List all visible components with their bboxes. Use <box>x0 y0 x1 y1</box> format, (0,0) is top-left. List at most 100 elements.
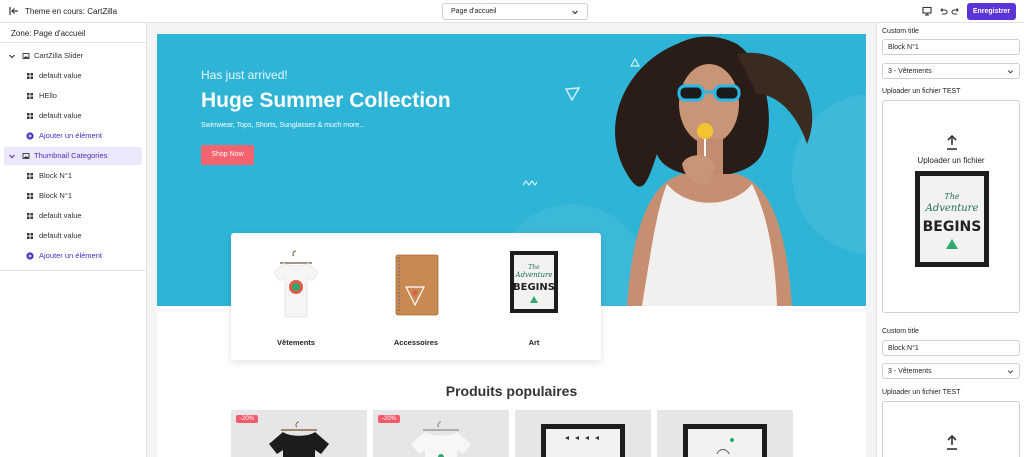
category-select-value: 3 - Vêtements <box>888 368 932 375</box>
category-card[interactable]: The Adventure BEGINS Art <box>479 233 589 360</box>
category-name: Vêtements <box>277 338 315 347</box>
hero-headline: Huge Summer Collection <box>201 89 451 112</box>
plus-circle-icon <box>26 252 34 260</box>
desktop-preview-icon[interactable] <box>922 6 932 16</box>
sidebar-block-item[interactable]: Block N°1 <box>4 187 142 205</box>
sidebar-block-item[interactable]: default value <box>4 207 142 225</box>
undo-icon[interactable] <box>938 6 948 16</box>
add-element-button[interactable]: Ajouter un élément <box>4 127 142 145</box>
hero-kicker: Has just arrived! <box>201 68 288 82</box>
category-name: Art <box>528 338 540 347</box>
sidebar-item-label: Thumbnail Categories <box>34 151 108 160</box>
image-icon <box>22 53 30 59</box>
category-select[interactable]: 3 - Vêtements <box>882 363 1020 379</box>
product-card[interactable]: -20% <box>231 410 367 457</box>
poster-text-line2: Adventure <box>925 203 979 214</box>
poster-text-line1: The <box>528 264 540 271</box>
sidebar-item-label: Block N°1 <box>39 171 73 180</box>
sidebar-item-label: default value <box>39 211 82 220</box>
upload-icon <box>947 434 957 450</box>
framed-poster-image <box>683 424 767 457</box>
sidebar-section-cartzilla-slider[interactable]: CartZilla Slider <box>4 47 142 65</box>
product-card[interactable]: -20% <box>373 410 509 457</box>
notebook-image <box>395 254 439 316</box>
theme-label: Theme en cours: CartZilla <box>25 7 118 16</box>
image-icon <box>22 153 30 159</box>
page-select[interactable]: Page d'accueil <box>442 3 588 20</box>
grid-icon <box>27 73 33 79</box>
shop-now-button[interactable]: Shop Now <box>201 145 254 165</box>
product-card[interactable] <box>515 410 651 457</box>
divider <box>0 42 146 43</box>
sidebar-block-item[interactable]: Block N°1 <box>4 167 142 185</box>
upload-text: Uploader un fichier <box>917 156 985 165</box>
chevron-down-icon <box>572 10 578 15</box>
exit-sidebar-icon[interactable] <box>9 6 19 16</box>
poster-preview-image: The Adventure BEGINS <box>915 171 989 267</box>
upload-label: Uploader un fichier TEST <box>882 88 961 95</box>
chevron-down-icon <box>1007 70 1014 74</box>
custom-title-label: Custom title <box>882 28 919 35</box>
custom-title-value: Block N°1 <box>888 44 919 51</box>
grid-icon <box>27 113 33 119</box>
zone-label: Zone: Page d'accueil <box>11 29 86 38</box>
page-preview: Has just arrived! Huge Summer Collection… <box>157 34 866 457</box>
framed-poster-image <box>541 424 625 457</box>
plus-circle-icon <box>26 132 34 140</box>
grid-icon <box>27 233 33 239</box>
popular-title: Produits populaires <box>445 383 578 399</box>
chevron-down-icon[interactable] <box>8 52 16 60</box>
sidebar-item-label: Block N°1 <box>39 191 73 200</box>
sidebar-block-item[interactable]: HEllo <box>4 87 142 105</box>
save-button[interactable]: Enregistrer <box>967 3 1016 20</box>
grid-icon <box>27 213 33 219</box>
sidebar: Zone: Page d'accueil CartZilla Slider def… <box>0 23 147 457</box>
custom-title-input[interactable]: Block N°1 <box>882 340 1020 356</box>
category-cards: Vêtements Accessoires The Adventure BEGI… <box>231 233 601 360</box>
sidebar-block-item[interactable]: default value <box>4 227 142 245</box>
sidebar-item-label: default value <box>39 111 82 120</box>
sidebar-item-label: CartZilla Slider <box>34 51 84 60</box>
file-upload-dropzone[interactable] <box>882 401 1020 457</box>
sidebar-item-label: Ajouter un élément <box>39 131 102 140</box>
category-select[interactable]: 3 - Vêtements <box>882 63 1020 79</box>
upload-label: Uploader un fichier TEST <box>882 389 961 396</box>
redo-icon[interactable] <box>951 6 961 16</box>
category-name: Accessoires <box>393 338 439 347</box>
poster-text-line1: The <box>944 192 959 201</box>
upload-icon <box>947 134 957 150</box>
sidebar-item-label: HEllo <box>39 91 57 100</box>
file-upload-dropzone[interactable]: Uploader un fichier The Adventure BEGINS <box>882 100 1020 313</box>
poster-text-line2: Adventure <box>515 271 553 279</box>
category-card[interactable]: Vêtements <box>241 233 351 360</box>
top-bar: Theme en cours: CartZilla Page d'accueil… <box>0 0 1024 23</box>
discount-badge: -20% <box>236 415 259 423</box>
poster-image: The Adventure BEGINS <box>510 251 558 313</box>
grid-icon <box>27 173 33 179</box>
hero-subline: Swimwear, Tops, Shorts, Sunglasses & muc… <box>201 122 366 129</box>
chevron-down-icon[interactable] <box>8 152 16 160</box>
category-select-value: 3 - Vêtements <box>888 68 932 75</box>
add-element-button[interactable]: Ajouter un élément <box>4 247 142 265</box>
sidebar-item-label: default value <box>39 71 82 80</box>
grid-icon <box>27 193 33 199</box>
page-select-value: Page d'accueil <box>451 8 497 15</box>
sidebar-block-item[interactable]: default value <box>4 67 142 85</box>
custom-title-label: Custom title <box>882 328 919 335</box>
sidebar-block-item[interactable]: default value <box>4 107 142 125</box>
poster-text-line3: BEGINS <box>513 282 555 293</box>
sidebar-item-label: default value <box>39 231 82 240</box>
hero-model-image <box>615 36 813 306</box>
chevron-down-icon <box>1007 370 1014 374</box>
preview-canvas: Has just arrived! Huge Summer Collection… <box>147 23 876 457</box>
custom-title-value: Block N°1 <box>888 345 919 352</box>
custom-title-input[interactable]: Block N°1 <box>882 39 1020 55</box>
category-card[interactable]: Accessoires <box>361 233 471 360</box>
discount-badge: -20% <box>378 415 401 423</box>
sidebar-section-thumbnail-categories[interactable]: Thumbnail Categories <box>4 147 142 165</box>
poster-text-line3: BEGINS <box>923 219 982 235</box>
product-card[interactable] <box>657 410 793 457</box>
zigzag-decor-icon <box>522 180 538 187</box>
sidebar-item-label: Ajouter un élément <box>39 251 102 260</box>
grid-icon <box>27 93 33 99</box>
